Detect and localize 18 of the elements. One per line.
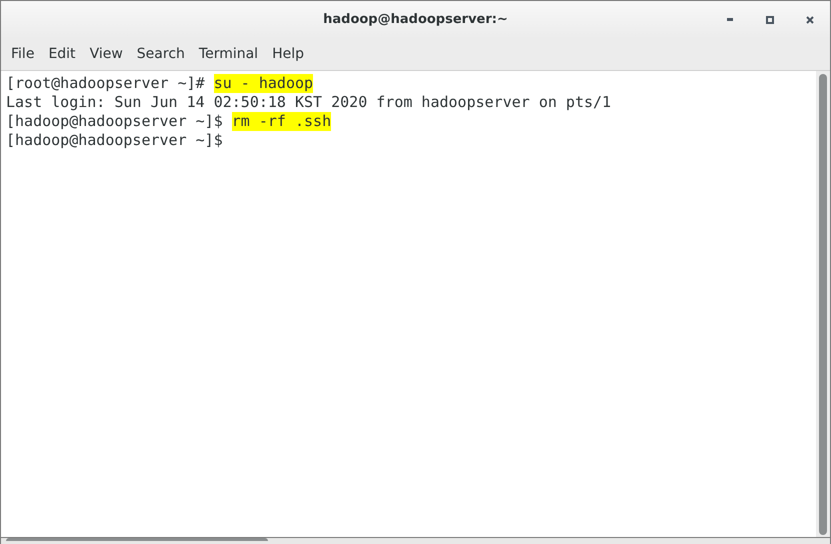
menu-item[interactable]: View xyxy=(84,44,129,64)
terminal-text: Last login: Sun Jun 14 02:50:18 KST 2020 from hadoopserver on pts/1 xyxy=(6,93,612,112)
minimize-icon xyxy=(727,18,733,21)
highlighted-command: rm -rf .ssh xyxy=(232,112,332,131)
terminal-text: [hadoop@hadoopserver ~]$ xyxy=(6,131,223,150)
terminal-text: [hadoop@hadoopserver ~]$ xyxy=(6,112,224,131)
terminal-text: [root@hadoopserver ~]# xyxy=(6,74,206,93)
menu-item[interactable]: File xyxy=(5,44,40,64)
scrollbar-thumb[interactable] xyxy=(819,74,827,535)
window-title: hadoop@hadoopserver:~ xyxy=(323,10,508,29)
menu-item[interactable]: Terminal xyxy=(192,44,264,64)
menu-item[interactable]: Help xyxy=(266,44,310,64)
menu-item[interactable]: Search xyxy=(130,44,191,64)
scrollbar[interactable] xyxy=(816,71,830,537)
menu-item[interactable]: Edit xyxy=(42,44,82,64)
highlighted-command: su - hadoop xyxy=(214,74,314,93)
close-icon xyxy=(806,16,814,24)
maximize-icon xyxy=(766,16,774,24)
